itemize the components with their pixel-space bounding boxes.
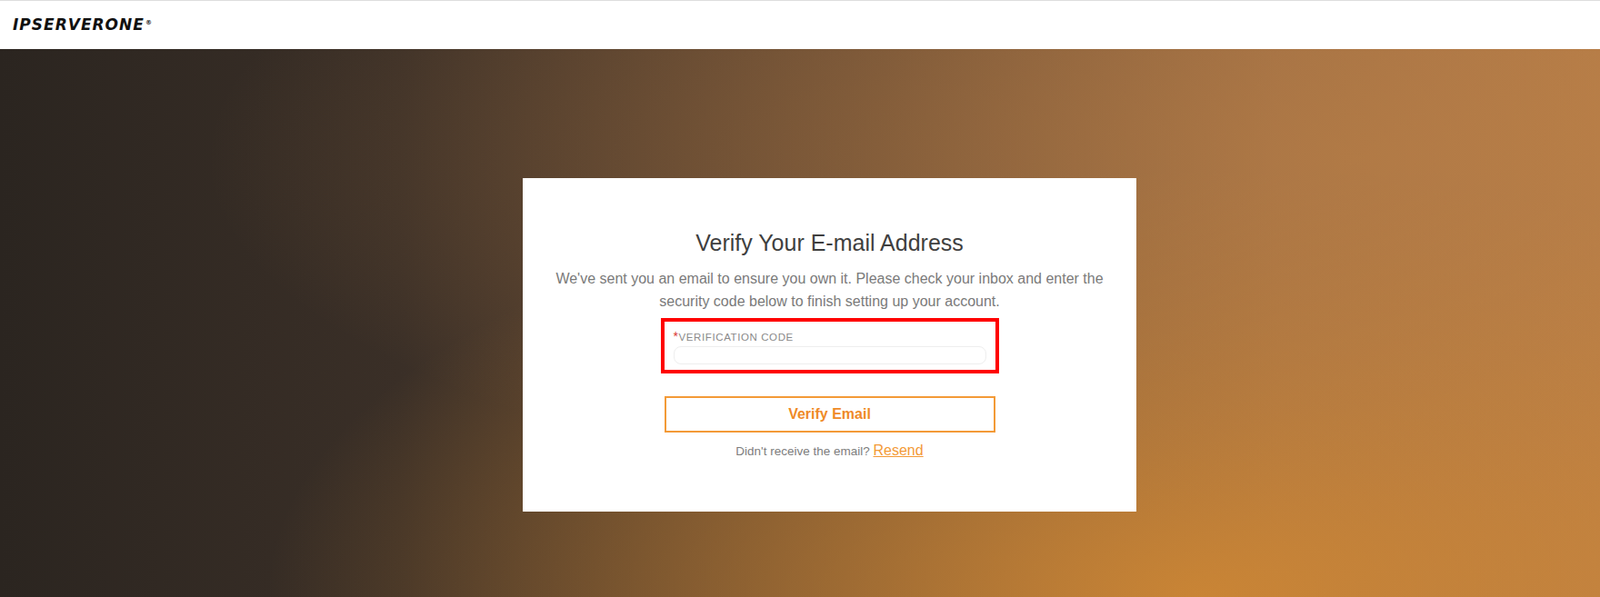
card-title: Verify Your E-mail Address — [550, 229, 1110, 257]
resend-prompt: Didn't receive the email? — [735, 444, 870, 459]
label-text: VERIFICATION CODE — [679, 331, 794, 343]
field-label: *VERIFICATION CODE — [673, 329, 987, 345]
resend-link[interactable]: Resend — [873, 442, 924, 459]
card-message: We've sent you an email to ensure you ow… — [550, 267, 1110, 313]
verify-card: Verify Your E-mail Address We've sent you… — [522, 178, 1137, 512]
resend-line: Didn't receive the email? Resend — [550, 440, 1110, 462]
background-photo: Verify Your E-mail Address We've sent you… — [0, 49, 1600, 597]
required-mark: * — [673, 329, 680, 344]
logo-mark: ® — [145, 19, 153, 27]
verification-field: *VERIFICATION CODE — [660, 318, 1000, 374]
top-bar: IPSERVERONE® — [0, 0, 1600, 50]
verify-email-button[interactable]: Verify Email — [664, 396, 996, 433]
logo[interactable]: IPSERVERONE® — [12, 17, 153, 33]
verification-code-input[interactable] — [673, 346, 987, 365]
logo-text: IPSERVERONE — [12, 15, 145, 34]
